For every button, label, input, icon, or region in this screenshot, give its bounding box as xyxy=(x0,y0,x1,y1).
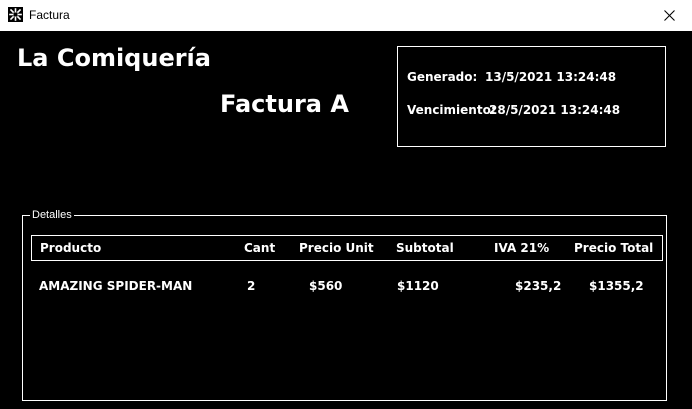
details-group-label: Detalles xyxy=(30,208,74,222)
column-header-product: Producto xyxy=(40,241,102,255)
column-header-quantity: Cant xyxy=(244,241,276,255)
cell-quantity: 2 xyxy=(247,279,256,293)
app-icon xyxy=(8,7,23,22)
cell-product: AMAZING SPIDER-MAN xyxy=(39,279,193,293)
window-title: Factura xyxy=(29,8,70,22)
column-header-vat: IVA 21% xyxy=(494,241,550,255)
due-label: Vencimiento: xyxy=(407,103,496,117)
title-bar[interactable]: Factura xyxy=(0,0,692,31)
dates-panel: Generado: 13/5/2021 13:24:48 Vencimiento:… xyxy=(397,46,666,147)
generated-date-row: Generado: 13/5/2021 13:24:48 xyxy=(407,70,616,84)
store-name: La Comiquería xyxy=(17,44,211,72)
close-button[interactable] xyxy=(646,0,692,31)
table-header: Producto Cant Precio Unit Subtotal IVA 2… xyxy=(31,235,663,261)
due-value: 28/5/2021 13:24:48 xyxy=(489,103,621,117)
cell-unit-price: $560 xyxy=(309,279,343,293)
table-row[interactable]: AMAZING SPIDER-MAN 2 $560 $1120 $235,2 $… xyxy=(31,278,663,296)
column-header-unit-price: Precio Unit xyxy=(299,241,374,255)
cell-subtotal: $1120 xyxy=(397,279,439,293)
column-header-subtotal: Subtotal xyxy=(396,241,454,255)
column-header-total-price: Precio Total xyxy=(574,241,654,255)
close-icon xyxy=(663,6,675,25)
generated-value: 13/5/2021 13:24:48 xyxy=(485,70,617,84)
cell-total-price: $1355,2 xyxy=(589,279,644,293)
cell-vat: $235,2 xyxy=(515,279,562,293)
invoice-type: Factura A xyxy=(220,90,349,118)
invoice-content: La Comiquería Factura A Generado: 13/5/20… xyxy=(0,31,692,409)
generated-label: Generado: xyxy=(407,70,478,84)
invoice-window: Factura La Comiquería Factura A Generado… xyxy=(0,0,692,409)
due-date-row: Vencimiento:28/5/2021 13:24:48 xyxy=(407,103,620,117)
details-group: Detalles Producto Cant Precio Unit Subto… xyxy=(22,208,667,401)
